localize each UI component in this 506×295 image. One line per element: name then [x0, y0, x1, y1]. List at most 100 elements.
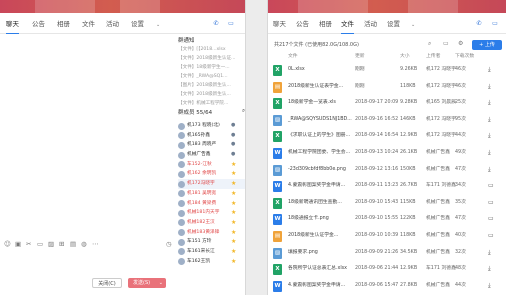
member-item[interactable]: 机械广告鑫 ●: [178, 150, 245, 160]
file-name[interactable]: 填报要求.png: [288, 245, 318, 262]
settings-icon[interactable]: ⚙: [458, 40, 463, 47]
folder-icon[interactable]: ▭: [443, 40, 449, 47]
download-icon[interactable]: ⤓: [488, 245, 491, 262]
column-header[interactable]: 文件: [288, 52, 298, 62]
member-item[interactable]: 机173 程晓(北) ●: [178, 121, 245, 131]
search-icon[interactable]: ⌕: [428, 40, 431, 48]
message-input[interactable]: [2, 252, 174, 272]
file-row[interactable]: W 机械工程学院团委、学生会... 2018-09-13 10:24 26.1KB 机械…: [268, 145, 506, 162]
mic-icon[interactable]: ◍: [81, 240, 87, 248]
folder-icon[interactable]: ▭: [488, 195, 494, 212]
file-row[interactable]: W 4.蒙震彰图案奖学金申请... 2018-09-06 15:47 27.8KB 机械…: [268, 278, 506, 295]
file-row[interactable]: ▨ 填报要求.png 2018-09-09 21:26 34.5KB 机械广告鑫 32次 ⤓: [268, 245, 506, 262]
search-icon[interactable]: ⌕: [242, 108, 245, 115]
tab-chat[interactable]: 聊天: [273, 14, 286, 34]
download-icon[interactable]: ⤓: [488, 145, 491, 162]
download-icon[interactable]: ⤓: [488, 79, 491, 96]
clock-icon[interactable]: ◷: [166, 240, 172, 248]
column-header[interactable]: 下载次数: [455, 52, 474, 62]
download-icon[interactable]: ⤓: [488, 162, 491, 179]
member-item[interactable]: 机181 吴明宽 ★: [178, 189, 245, 199]
member-item[interactable]: 机184 黄梁费 ★: [178, 199, 245, 209]
download-icon[interactable]: ⤓: [488, 95, 491, 112]
download-icon[interactable]: ⤓: [488, 261, 491, 278]
file-name[interactable]: 2018级新生认证表学金...: [288, 79, 343, 96]
file-name[interactable]: -23d309cbfdf8bb0e.png: [288, 162, 346, 179]
tab-album[interactable]: 相册: [319, 14, 332, 34]
tab-activity[interactable]: 活动: [106, 14, 119, 34]
more-icon[interactable]: ⋯: [92, 240, 99, 248]
member-item[interactable]: 机165孙鑫 ●: [178, 131, 245, 141]
folder-icon[interactable]: ▭: [488, 211, 494, 228]
download-icon[interactable]: ⤓: [488, 62, 491, 79]
file-row[interactable]: X 18级新聘通讯团生查勤... 2018-09-10 15:43 115KB 机械广告…: [268, 195, 506, 212]
member-item[interactable]: 车151 方玲 ★: [178, 237, 245, 247]
member-item[interactable]: 车152-江秋 ★: [178, 160, 245, 170]
member-item[interactable]: 机械183黄泽锋 ★: [178, 228, 245, 238]
column-header[interactable]: 上传者: [426, 52, 440, 62]
member-item[interactable]: 机183 周晓严 ●: [178, 140, 245, 150]
folder-icon[interactable]: ▭: [37, 240, 43, 248]
notice-item[interactable]: 【图片】2018级新生认...: [178, 81, 245, 90]
tab-activity[interactable]: 活动: [364, 14, 377, 34]
cut-icon[interactable]: ✂: [26, 240, 31, 248]
upload-button[interactable]: + 上传: [472, 40, 502, 50]
file-row[interactable]: ▨ -23d309cbfdf8bb0e.png 2018-09-12 13:16 15…: [268, 162, 506, 179]
file-row[interactable]: X 0L.xlsx 刚刚 9.26KB 机172 冯晓宇 46次 ⤓: [268, 62, 506, 79]
file-row[interactable]: X 各院所学认证总表汇总.xlsx 2018-09-06 21:44 12.9KB 车1…: [268, 261, 506, 278]
window-header[interactable]: [0, 0, 245, 13]
folder-icon[interactable]: ▭: [488, 228, 494, 245]
file-row[interactable]: ▨ _RWA@SQYSUDS1NJ1BD... 2018-09-16 16:52 14…: [268, 112, 506, 129]
gif-icon[interactable]: ▣: [15, 240, 21, 248]
emoji-icon[interactable]: ☺: [4, 240, 11, 248]
tab-files[interactable]: 文件: [82, 14, 95, 34]
notice-item[interactable]: 【文件】2018级新生认证...: [178, 54, 245, 63]
chevron-down-icon[interactable]: ⌄: [156, 22, 160, 28]
file-row[interactable]: W 18级通报立卡.png 2018-09-10 15:55 122KB 机械广告鑫 47…: [268, 211, 506, 228]
tab-settings[interactable]: 设置: [387, 14, 400, 34]
download-icon[interactable]: ⤓: [488, 128, 491, 145]
file-name[interactable]: 各院所学认证总表汇总.xlsx: [288, 261, 347, 278]
member-item[interactable]: 车161宋长江 ★: [178, 247, 245, 257]
file-row[interactable]: W 4.蒙震彰图案奖学金申请... 2018-09-11 13:23 26.7KB 车1…: [268, 178, 506, 195]
chevron-down-icon[interactable]: ⌄: [411, 22, 415, 28]
file-name[interactable]: 机械工程学院团委、学生会...: [288, 145, 350, 162]
folder-icon[interactable]: ▭: [488, 178, 494, 195]
column-header[interactable]: 更新: [355, 52, 365, 62]
file-row[interactable]: ▤ 2018级新生认证表学金... 刚刚 118KB 机172 冯晓宇 46次 ⤓: [268, 79, 506, 96]
send-button[interactable]: 发送(S) ⌄: [128, 278, 166, 288]
tab-settings[interactable]: 设置: [131, 14, 144, 34]
file-name[interactable]: 18级新聘通讯团生查勤...: [288, 195, 342, 212]
tab-announcement[interactable]: 公告: [32, 14, 45, 34]
file-name[interactable]: _RWA@SQYSUDS1NJ1BD...: [288, 112, 352, 129]
file-row[interactable]: X 《求职认证上的学生》图册... 2018-09-14 16:54 12.9KB 机1…: [268, 128, 506, 145]
phone-icon[interactable]: ✆: [211, 19, 221, 29]
member-item[interactable]: 机162 余明凯 ★: [178, 169, 245, 179]
file-name[interactable]: 4.蒙震彰图案奖学金申请...: [288, 178, 345, 195]
member-item[interactable]: 车162王凯 ★: [178, 257, 245, 267]
member-item[interactable]: 机172冯晓宇 ★: [178, 179, 245, 189]
notice-item[interactable]: 【文件】[【2018...xlsx: [178, 45, 245, 54]
member-item[interactable]: 机械182王汉 ★: [178, 218, 245, 228]
file-name[interactable]: 18级通报立卡.png: [288, 211, 329, 228]
member-item[interactable]: 机械181内天宇 ★: [178, 208, 245, 218]
notice-item[interactable]: 【文件】18级新学生一...: [178, 63, 245, 72]
close-button[interactable]: 关闭(C): [92, 278, 122, 288]
image-icon[interactable]: ▨: [48, 240, 54, 248]
tab-files[interactable]: 文件: [341, 14, 354, 34]
file-name[interactable]: 2018级新生认证学金...: [288, 228, 338, 245]
phone-icon[interactable]: ✆: [474, 19, 484, 29]
file-name[interactable]: 0L.xlsx: [288, 62, 305, 79]
window-header[interactable]: [268, 0, 506, 13]
file-name[interactable]: 4.蒙震彰图案奖学金申请...: [288, 278, 345, 295]
file-row[interactable]: ▤ 2018级新生认证学金... 2018-09-10 10:39 118KB 机械广告…: [268, 228, 506, 245]
file-name[interactable]: 《求职认证上的学生》图册...: [288, 128, 350, 145]
column-header[interactable]: 大小: [400, 52, 410, 62]
tab-chat[interactable]: 聊天: [6, 14, 19, 34]
gift-icon[interactable]: ⊞: [59, 240, 64, 248]
download-icon[interactable]: ⤓: [488, 278, 491, 295]
chat-icon[interactable]: ▭: [490, 19, 500, 29]
chevron-down-icon[interactable]: ⌄: [159, 278, 163, 288]
download-icon[interactable]: ⤓: [488, 112, 491, 129]
screen-icon[interactable]: ▤: [70, 240, 76, 248]
